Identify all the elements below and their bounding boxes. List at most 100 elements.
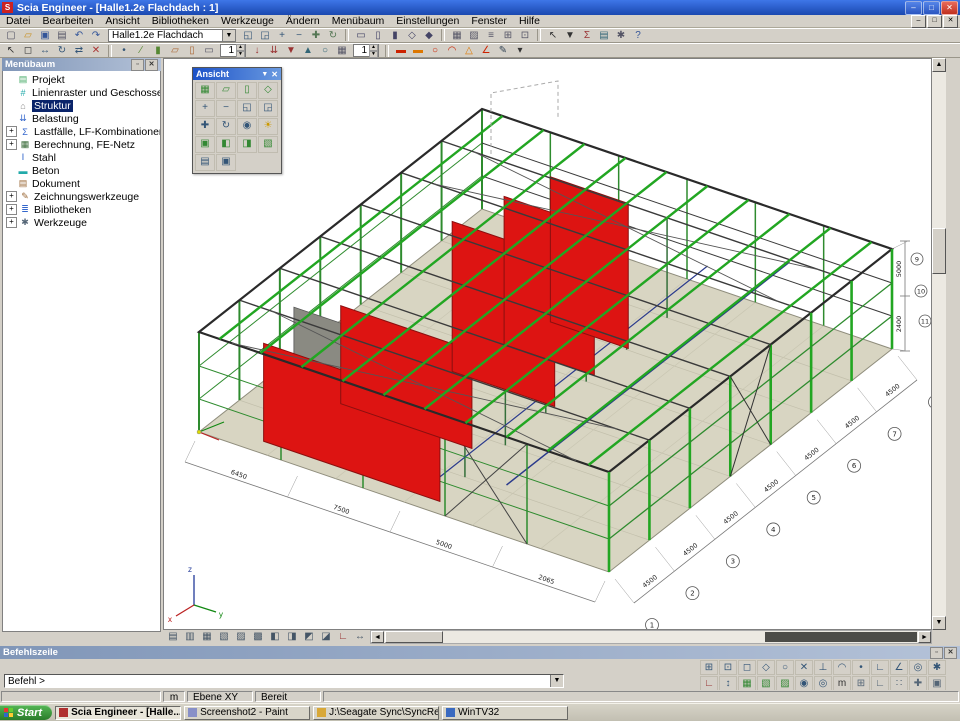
menu-fenster[interactable]: Fenster (465, 15, 513, 27)
palette-zoom-window-icon[interactable]: ◱ (237, 100, 257, 117)
ansicht-palette-caption[interactable]: Ansicht ▼ ✕ (193, 68, 281, 80)
dimension-display-icon[interactable]: ↔ (352, 630, 368, 644)
dot-grid-icon[interactable]: ∷ (890, 676, 908, 691)
mirror-icon[interactable]: ⇄ (71, 44, 87, 57)
new-icon[interactable]: ▢ (3, 29, 19, 42)
plane-xz-icon[interactable]: ▧ (757, 676, 775, 691)
status-unit[interactable]: m (163, 691, 185, 702)
tree-expander-icon[interactable]: + (6, 204, 17, 215)
layer-select-icon[interactable]: ▥ (182, 630, 198, 644)
snap-point-icon[interactable]: ⊡ (719, 660, 737, 675)
horizontal-scroll-thumb[interactable] (385, 631, 443, 643)
rotate-icon[interactable]: ↻ (54, 44, 70, 57)
node-icon[interactable]: • (116, 44, 132, 57)
tree-expander-icon[interactable]: + (6, 139, 17, 150)
tree-expander-icon[interactable]: + (6, 217, 17, 228)
snap-tangent-icon[interactable]: ◠ (833, 660, 851, 675)
pan-icon[interactable]: ✚ (308, 29, 324, 42)
minimize-button[interactable]: – (905, 1, 922, 15)
lock-icon[interactable]: ▣ (928, 676, 946, 691)
snap-settings-icon[interactable]: ✱ (928, 660, 946, 675)
support-icon[interactable]: ▲ (300, 44, 316, 57)
sidebar-item[interactable]: ⅠStahl (3, 151, 160, 164)
sidebar-item[interactable]: ▤Dokument (3, 177, 160, 190)
model-viewport[interactable]: 1234567845004500450045004500450045006450… (163, 58, 932, 630)
palette-wire-icon[interactable]: ▧ (258, 136, 278, 153)
view-params-icon[interactable]: ▤ (165, 630, 181, 644)
render-mode-icon[interactable]: ▧ (216, 630, 232, 644)
palette-close-icon[interactable]: ✕ (271, 70, 278, 79)
start-button[interactable]: Start (0, 705, 52, 720)
zoom-all-icon[interactable]: ◱ (240, 29, 256, 42)
numbers-icon[interactable]: ◨ (284, 630, 300, 644)
line-orange-icon[interactable]: ▬ (410, 44, 426, 57)
snap-center-icon[interactable]: ○ (776, 660, 794, 675)
surface-load-icon[interactable]: ▼ (283, 44, 299, 57)
palette-section-icon[interactable]: ◧ (216, 136, 236, 153)
grid-icon[interactable]: ⊞ (500, 29, 516, 42)
horizontal-scrollbar[interactable]: ◄ ► (370, 630, 932, 644)
wireframe-icon[interactable]: ▦ (449, 29, 465, 42)
palette-clip-icon[interactable]: ▣ (195, 136, 215, 153)
supports-display-icon[interactable]: ◪ (318, 630, 334, 644)
coord-rel-icon[interactable]: ◎ (814, 676, 832, 691)
scroll-down-icon[interactable]: ▼ (932, 616, 946, 630)
shaded-icon[interactable]: ▩ (250, 630, 266, 644)
snap-grid-icon[interactable]: ⊞ (700, 660, 718, 675)
cursor-icon[interactable]: ✚ (909, 676, 927, 691)
scroll-right-icon[interactable]: ► (918, 631, 931, 643)
sidebar-item[interactable]: ⌂Struktur (3, 99, 160, 112)
vertical-scroll-thumb[interactable] (932, 228, 946, 274)
polyline-icon[interactable]: ✎ (495, 44, 511, 57)
scroll-left-icon[interactable]: ◄ (371, 631, 384, 643)
snap-icon[interactable]: ⊡ (517, 29, 533, 42)
view-side-icon[interactable]: ▮ (387, 29, 403, 42)
beam-icon[interactable]: ∕ (133, 44, 149, 57)
undo-icon[interactable]: ↶ (71, 29, 87, 42)
maximize-button[interactable]: □ (923, 1, 940, 15)
scale-spinner-2[interactable]: 1 ▲▼ (353, 44, 379, 57)
tree-expander-icon[interactable]: + (6, 126, 17, 137)
zoom-window-icon[interactable]: ◲ (257, 29, 273, 42)
sidebar-item[interactable]: +≣Bibliotheken (3, 203, 160, 216)
line-red-icon[interactable]: ▬ (393, 44, 409, 57)
redo-icon[interactable]: ↷ (88, 29, 104, 42)
mesh-icon[interactable]: ▦ (334, 44, 350, 57)
snap-intersect-icon[interactable]: ✕ (795, 660, 813, 675)
panel-pin-icon[interactable]: ▫ (131, 59, 144, 71)
palette-render-icon[interactable]: ◨ (237, 136, 257, 153)
point-load-icon[interactable]: ↓ (249, 44, 265, 57)
hidden-line-icon[interactable]: ▨ (233, 630, 249, 644)
hinge-icon[interactable]: ○ (317, 44, 333, 57)
ucs-icon[interactable]: ∟ (700, 676, 718, 691)
palette-prev-view-icon[interactable]: ◉ (237, 118, 257, 135)
angle-icon[interactable]: ∠ (478, 44, 494, 57)
panel-close-icon[interactable]: ✕ (145, 59, 158, 71)
scale-spinner-1[interactable]: 1 ▲▼ (220, 44, 246, 57)
triangle-icon[interactable]: △ (461, 44, 477, 57)
perspective-icon[interactable]: ◆ (421, 29, 437, 42)
menu-hilfe[interactable]: Hilfe (513, 15, 546, 27)
select-arrow-icon[interactable]: ↖ (3, 44, 19, 57)
document-icon[interactable]: ▤ (596, 29, 612, 42)
palette-pan-icon[interactable]: ✚ (195, 118, 215, 135)
units-icon[interactable]: m (833, 676, 851, 691)
palette-view-yz-icon[interactable]: ▯ (237, 82, 257, 99)
rotate-view-icon[interactable]: ↻ (325, 29, 341, 42)
view-axo-icon[interactable]: ◇ (404, 29, 420, 42)
opening-icon[interactable]: ▭ (201, 44, 217, 57)
palette-axo-icon[interactable]: ◇ (258, 82, 278, 99)
sidebar-item[interactable]: +✱Werkzeuge (3, 216, 160, 229)
snap-track-icon[interactable]: ◎ (909, 660, 927, 675)
vertical-scrollbar[interactable]: ▲ ▼ (932, 58, 946, 630)
view-top-icon[interactable]: ▭ (353, 29, 369, 42)
palette-rotate-icon[interactable]: ↻ (216, 118, 236, 135)
palette-print-icon[interactable]: ▤ (195, 154, 215, 171)
taskbar-task[interactable]: WinTV32 (442, 706, 568, 720)
snap-mid-icon[interactable]: ◇ (757, 660, 775, 675)
selection-icon[interactable]: ↖ (545, 29, 561, 42)
calculator-icon[interactable]: Σ (579, 29, 595, 42)
plane-yz-icon[interactable]: ▨ (776, 676, 794, 691)
close-button[interactable]: ✕ (941, 1, 958, 15)
axis-icon[interactable]: ↕ (719, 676, 737, 691)
